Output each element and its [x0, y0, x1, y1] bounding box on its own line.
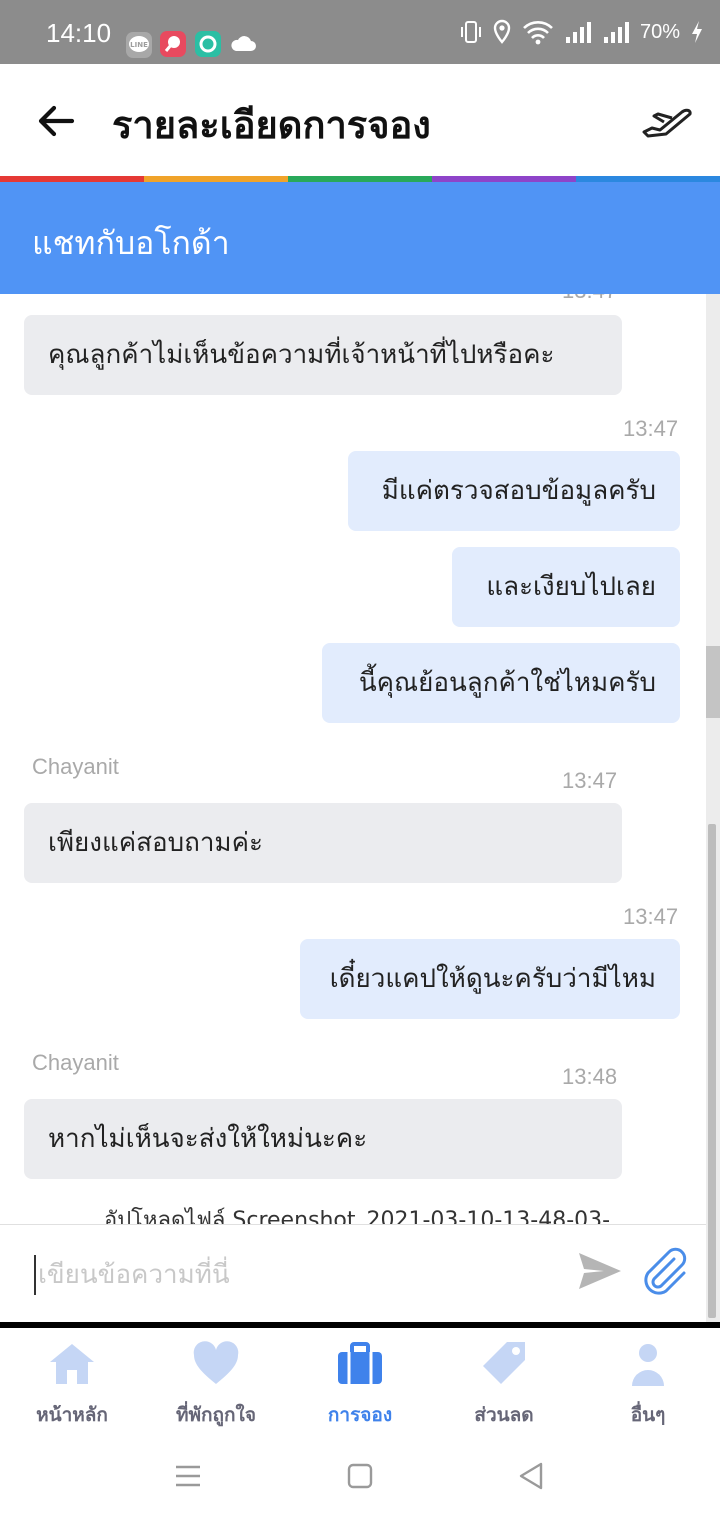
nav-item-home[interactable]: หน้าหลัก: [0, 1328, 144, 1440]
send-button[interactable]: [576, 1249, 624, 1293]
airplane-icon: [642, 108, 692, 138]
flight-button[interactable]: [640, 98, 694, 148]
chat-header: แชทกับอโกด้า: [0, 182, 720, 294]
nav-item-bookings[interactable]: การจอง: [288, 1328, 432, 1440]
wifi-icon: [523, 21, 553, 45]
battery-level: 70%: [639, 20, 680, 43]
cloud-icon: [229, 33, 257, 57]
recent-apps-icon[interactable]: [174, 1462, 202, 1490]
app-bar: รายละเอียดการจอง: [0, 64, 720, 176]
upload-notice: อัปโหลดไฟล์ Screenshot_2021-03-10-13-48-…: [104, 1208, 611, 1224]
incoming-message-bubble: หากไม่เห็นจะส่งให้ใหม่นะคะ: [24, 1099, 622, 1179]
system-navigation: [0, 1440, 720, 1520]
teal-app-icon: [195, 31, 221, 57]
sender-name: Chayanit: [32, 1050, 119, 1075]
nav-label: ที่พักถูกใจ: [176, 1404, 256, 1426]
vibrate-icon: [460, 21, 481, 43]
chat-messages[interactable]: 13:47 คุณลูกค้าไม่เห็นข้อความที่เจ้าหน้า…: [0, 294, 706, 1224]
status-time: 14:10: [46, 18, 112, 48]
back-system-icon[interactable]: [516, 1460, 546, 1492]
tag-icon: [483, 1342, 525, 1384]
red-app-icon: [160, 31, 186, 57]
nav-item-favorites[interactable]: ที่พักถูกใจ: [144, 1328, 288, 1440]
nav-label: ส่วนลด: [474, 1404, 534, 1426]
nav-label: หน้าหลัก: [36, 1404, 108, 1426]
message-text: คุณลูกค้าไม่เห็นข้อความที่เจ้าหน้าที่ไปห…: [48, 340, 555, 370]
message-time: 13:48: [562, 1064, 618, 1089]
line-app-icon: LINE: [126, 32, 152, 58]
message-composer: [0, 1224, 706, 1320]
outgoing-message-bubble: นี้คุณย้อนลูกค้าใช่ไหมครับ: [322, 643, 680, 723]
svg-text:LINE: LINE: [130, 41, 148, 49]
bottom-navigation: หน้าหลัก ที่พักถูกใจ การจอง ส่วนลด อื่นๆ: [0, 1328, 720, 1440]
message-text: เดี๋ยวแคปให้ดูนะครับว่ามีไหม: [329, 964, 656, 994]
signal-icon-2: [603, 22, 629, 43]
home-icon: [50, 1344, 94, 1384]
message-time: 13:47: [562, 768, 618, 793]
paperclip-icon: [644, 1247, 687, 1295]
message-time: 13:47: [623, 416, 679, 441]
sender-name: Chayanit: [32, 754, 119, 779]
charging-icon: [692, 21, 702, 43]
nav-item-deals[interactable]: ส่วนลด: [432, 1328, 576, 1440]
suitcase-icon: [338, 1342, 382, 1384]
home-system-icon[interactable]: [346, 1462, 374, 1490]
heart-icon: [193, 1341, 239, 1384]
message-text: เพียงแค่สอบถามค่ะ: [48, 828, 263, 858]
nav-label: การจอง: [327, 1404, 393, 1426]
nav-item-more[interactable]: อื่นๆ: [576, 1328, 720, 1440]
scrollbar-thumb[interactable]: [706, 646, 720, 718]
incoming-message-bubble: คุณลูกค้าไม่เห็นข้อความที่เจ้าหน้าที่ไปห…: [24, 315, 622, 395]
chat-header-title: แชทกับอโกด้า: [32, 224, 230, 262]
message-time: 13:47: [562, 294, 617, 304]
message-time: 13:47: [623, 904, 679, 929]
outgoing-message-bubble: และเงียบไปเลย: [452, 547, 680, 627]
screen: 14:10 LINE 70% รายละเอียดการจอง แชทกับอโ…: [0, 0, 720, 1520]
status-bar: 14:10 LINE 70%: [0, 0, 720, 64]
message-text: และเงียบไปเลย: [486, 572, 656, 602]
outgoing-message-bubble: เดี๋ยวแคปให้ดูนะครับว่ามีไหม: [300, 939, 680, 1019]
location-icon: [493, 19, 511, 44]
message-text: นี้คุณย้อนลูกค้าใช่ไหมครับ: [358, 668, 656, 698]
page-title: รายละเอียดการจอง: [112, 103, 431, 147]
chat-scrollbar-thumb[interactable]: [708, 824, 716, 1318]
arrow-left-icon: [38, 105, 75, 137]
send-icon: [579, 1253, 621, 1289]
status-indicators: 70%: [460, 18, 704, 46]
nav-label: อื่นๆ: [630, 1404, 666, 1426]
person-icon: [632, 1344, 664, 1386]
message-text: หากไม่เห็นจะส่งให้ใหม่นะคะ: [48, 1124, 368, 1154]
message-text: มีแค่ตรวจสอบข้อมูลครับ: [381, 476, 656, 506]
signal-icon: [565, 22, 591, 43]
attach-button[interactable]: [638, 1245, 690, 1297]
back-button[interactable]: [32, 96, 82, 146]
message-input[interactable]: [34, 1255, 554, 1295]
outgoing-message-bubble: มีแค่ตรวจสอบข้อมูลครับ: [348, 451, 680, 531]
incoming-message-bubble: เพียงแค่สอบถามค่ะ: [24, 803, 622, 883]
